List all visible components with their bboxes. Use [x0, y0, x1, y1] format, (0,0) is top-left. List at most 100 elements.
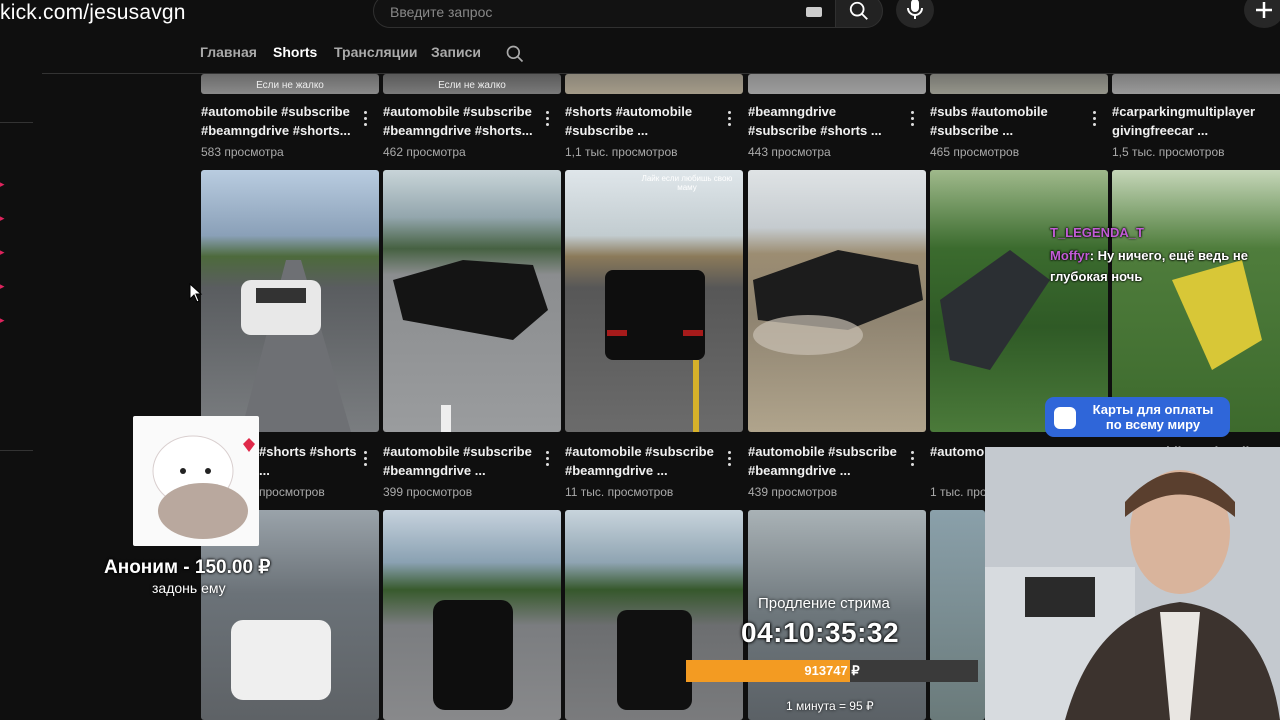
short-thumbnail[interactable] — [930, 170, 1108, 432]
short-thumbnail[interactable] — [383, 170, 561, 432]
chat-username: T_LEGENDA_T — [1050, 225, 1144, 240]
tab-home[interactable]: Главная — [200, 44, 257, 60]
keyboard-icon[interactable] — [806, 7, 822, 17]
sidebar-marker: ▸ — [0, 281, 5, 291]
stream-chat-overlay: T_LEGENDA_T Moffyr: Ну ничего, ещё ведь … — [1050, 222, 1270, 287]
short-thumbnail[interactable] — [565, 510, 743, 720]
short-title[interactable]: #automobile #subscribe #beamngdrive #sho… — [383, 102, 543, 140]
short-views: просмотров — [259, 485, 325, 499]
voice-search-button[interactable] — [896, 0, 934, 28]
short-thumbnail[interactable] — [1112, 74, 1280, 94]
donation-sender: Аноним - 150.00 ₽ — [104, 557, 271, 578]
sidebar-divider — [0, 450, 33, 451]
donation-progress-bar: 913747 ₽ — [686, 660, 978, 682]
car-scene-image — [940, 250, 1050, 370]
sidebar-marker: ▸ — [0, 315, 5, 325]
short-thumbnail[interactable] — [748, 74, 926, 94]
short-views: 1 тыс. просмотров — [930, 485, 985, 499]
car-scene-image — [753, 250, 923, 355]
short-thumbnail[interactable] — [201, 170, 379, 432]
tab-live[interactable]: Трансляции — [334, 44, 417, 60]
short-thumbnail[interactable] — [930, 510, 985, 720]
car-scene-image — [605, 270, 705, 432]
create-button[interactable] — [1244, 0, 1280, 28]
webcam-image — [985, 447, 1280, 720]
bank-card-icon — [1054, 407, 1076, 429]
donation-total: 913747 ₽ — [804, 663, 860, 678]
short-title[interactable]: #subs #automobile #subscribe ... — [930, 102, 1090, 140]
more-options-icon[interactable] — [543, 110, 553, 128]
plus-icon — [1256, 2, 1272, 18]
short-title[interactable]: #beamngdrive #subscribe #shorts ... — [748, 102, 908, 140]
sidebar-marker: ▸ — [0, 179, 5, 189]
mouse-cursor-icon — [189, 283, 203, 303]
car-scene-image — [241, 260, 351, 432]
short-title[interactable]: #carparkingmultiplayer givingfreecar ... — [1112, 102, 1277, 140]
short-thumbnail[interactable] — [930, 74, 1108, 94]
short-title[interactable]: #shorts #automobile #subscribe ... — [565, 102, 725, 140]
short-thumbnail[interactable]: Если не жалко — [201, 74, 379, 94]
short-title[interactable]: #automobile #subscribe #beamngdrive ... — [930, 442, 985, 461]
short-views: 1,5 тыс. просмотров — [1112, 145, 1225, 159]
ad-text: Карты для оплаты по всему миру — [1092, 402, 1214, 432]
search-button[interactable] — [835, 0, 883, 28]
channel-url-overlay: kick.com/jesusavgn — [0, 1, 186, 24]
chat-message: Moffyr: Ну ничего, ещё ведь не глубокая … — [1050, 245, 1270, 287]
short-title[interactable]: #shorts #shorts ... — [259, 442, 359, 480]
short-title[interactable]: #automobile #subscribe #beamngdrive #sho… — [201, 102, 361, 140]
more-options-icon[interactable] — [361, 110, 371, 128]
short-views: 443 просмотра — [748, 145, 831, 159]
search-icon — [849, 1, 868, 20]
more-options-icon[interactable] — [361, 450, 371, 468]
top-bar: kick.com/jesusavgn — [0, 0, 1280, 30]
more-options-icon[interactable] — [725, 110, 735, 128]
short-thumbnail[interactable]: Если не жалко — [383, 74, 561, 94]
donation-message: задонь ему — [152, 580, 226, 596]
stream-extension-title: Продление стрима — [758, 595, 890, 612]
thumbnail-caption: Лайк если любишь свою маму — [641, 174, 733, 192]
short-views: 583 просмотра — [201, 145, 284, 159]
chat-message: T_LEGENDA_T — [1050, 222, 1270, 243]
thumbnail-caption: Если не жалко — [438, 80, 506, 91]
streamer-webcam — [985, 447, 1280, 720]
short-thumbnail[interactable] — [383, 510, 561, 720]
sidebar-marker: ▸ — [0, 247, 5, 257]
search-input[interactable] — [388, 1, 792, 23]
more-options-icon[interactable] — [908, 110, 918, 128]
car-scene-image — [617, 610, 692, 710]
more-options-icon[interactable] — [725, 450, 735, 468]
car-scene-image — [393, 260, 548, 432]
tab-videos[interactable]: Записи — [431, 44, 481, 60]
short-thumbnail[interactable] — [748, 170, 926, 432]
short-thumbnail[interactable]: Лайк если любишь свою маму — [565, 170, 743, 432]
stream-extension-timer: 04:10:35:32 — [741, 617, 900, 648]
search-box[interactable] — [373, 0, 837, 28]
short-title[interactable]: #automobile #subscribe #beamngdrive ... — [565, 442, 725, 480]
short-title[interactable]: #automobile #subscribe #beamngdrive ... — [383, 442, 543, 480]
short-thumbnail[interactable] — [748, 510, 926, 720]
short-thumbnail[interactable] — [565, 74, 743, 94]
short-thumbnail[interactable] — [1112, 170, 1280, 432]
short-views: 465 просмотров — [930, 145, 1020, 159]
left-sidebar-strip: ▸ ▸ ▸ ▸ ▸ — [0, 30, 42, 720]
short-views: 439 просмотров — [748, 485, 838, 499]
ad-banner: Карты для оплаты по всему миру — [1045, 397, 1230, 437]
short-views: 1,1 тыс. просмотров — [565, 145, 678, 159]
donation-rate: 1 минута = 95 ₽ — [786, 699, 874, 713]
channel-search-icon[interactable] — [505, 44, 525, 64]
microphone-icon — [907, 0, 923, 19]
more-options-icon[interactable] — [1090, 110, 1100, 128]
short-title[interactable]: #automobile #subscribe #beamngdrive ... — [748, 442, 908, 480]
car-scene-image — [1172, 260, 1262, 370]
sidebar-divider — [0, 122, 33, 123]
sidebar-marker: ▸ — [0, 213, 5, 223]
car-scene-image — [433, 600, 513, 710]
short-views: 11 тыс. просмотров — [565, 485, 674, 499]
more-options-icon[interactable] — [908, 450, 918, 468]
more-options-icon[interactable] — [543, 450, 553, 468]
tab-shorts[interactable]: Shorts — [273, 44, 317, 60]
short-views: 462 просмотра — [383, 145, 466, 159]
thumbnail-caption: Если не жалко — [256, 80, 324, 91]
short-views: 399 просмотров — [383, 485, 473, 499]
donation-cat-image — [133, 416, 259, 546]
